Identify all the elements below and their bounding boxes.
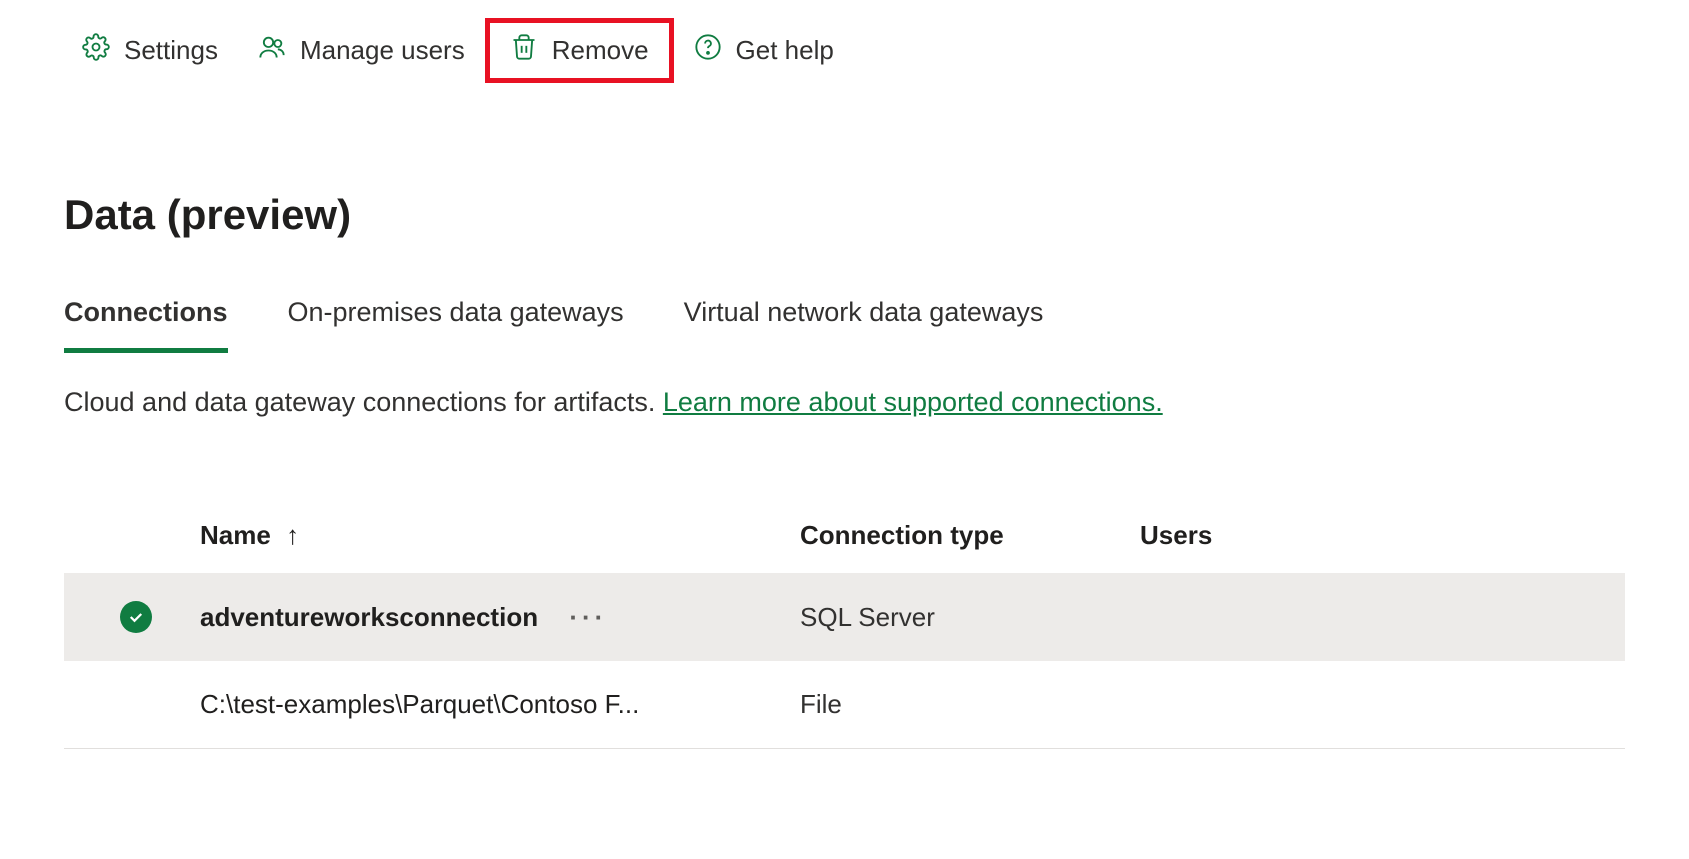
connection-name: C:\test-examples\Parquet\Contoso F... [200,689,639,719]
col-name-label: Name [200,520,271,550]
users-value [1124,661,1625,749]
tab-on-premises-gateways[interactable]: On-premises data gateways [288,297,624,353]
remove-label: Remove [552,35,649,66]
page-title: Data (preview) [0,101,1689,269]
more-options-icon[interactable]: ··· [569,602,607,632]
gear-icon [82,33,110,68]
connection-type-value: SQL Server [784,573,1124,661]
manage-users-label: Manage users [300,35,465,66]
remove-button[interactable]: Remove [485,18,674,83]
table-row[interactable]: adventureworksconnection ··· SQL Server [64,573,1625,661]
toolbar: Settings Manage users [0,0,1689,101]
settings-label: Settings [124,35,218,66]
people-icon [258,33,286,68]
settings-button[interactable]: Settings [62,23,238,78]
connections-table: Name ↑ Connection type Users [0,498,1689,749]
col-name[interactable]: Name ↑ [184,498,784,573]
page-description: Cloud and data gateway connections for a… [0,353,1689,418]
tabs: Connections On-premises data gateways Vi… [0,269,1689,353]
col-connection-type[interactable]: Connection type [784,498,1124,573]
users-value [1124,573,1625,661]
get-help-button[interactable]: Get help [674,23,854,78]
description-text: Cloud and data gateway connections for a… [64,387,663,417]
col-status [64,498,184,573]
connection-name: adventureworksconnection [200,602,538,632]
help-icon [694,33,722,68]
check-circle-icon [120,601,152,633]
tab-connections[interactable]: Connections [64,297,228,353]
get-help-label: Get help [736,35,834,66]
manage-users-button[interactable]: Manage users [238,23,485,78]
sort-ascending-icon: ↑ [286,520,299,550]
learn-more-link[interactable]: Learn more about supported connections. [663,387,1163,417]
trash-icon [510,33,538,68]
tab-virtual-network-gateways[interactable]: Virtual network data gateways [684,297,1044,353]
connection-type-value: File [784,661,1124,749]
col-users[interactable]: Users [1124,498,1625,573]
table-row[interactable]: C:\test-examples\Parquet\Contoso F... Fi… [64,661,1625,749]
